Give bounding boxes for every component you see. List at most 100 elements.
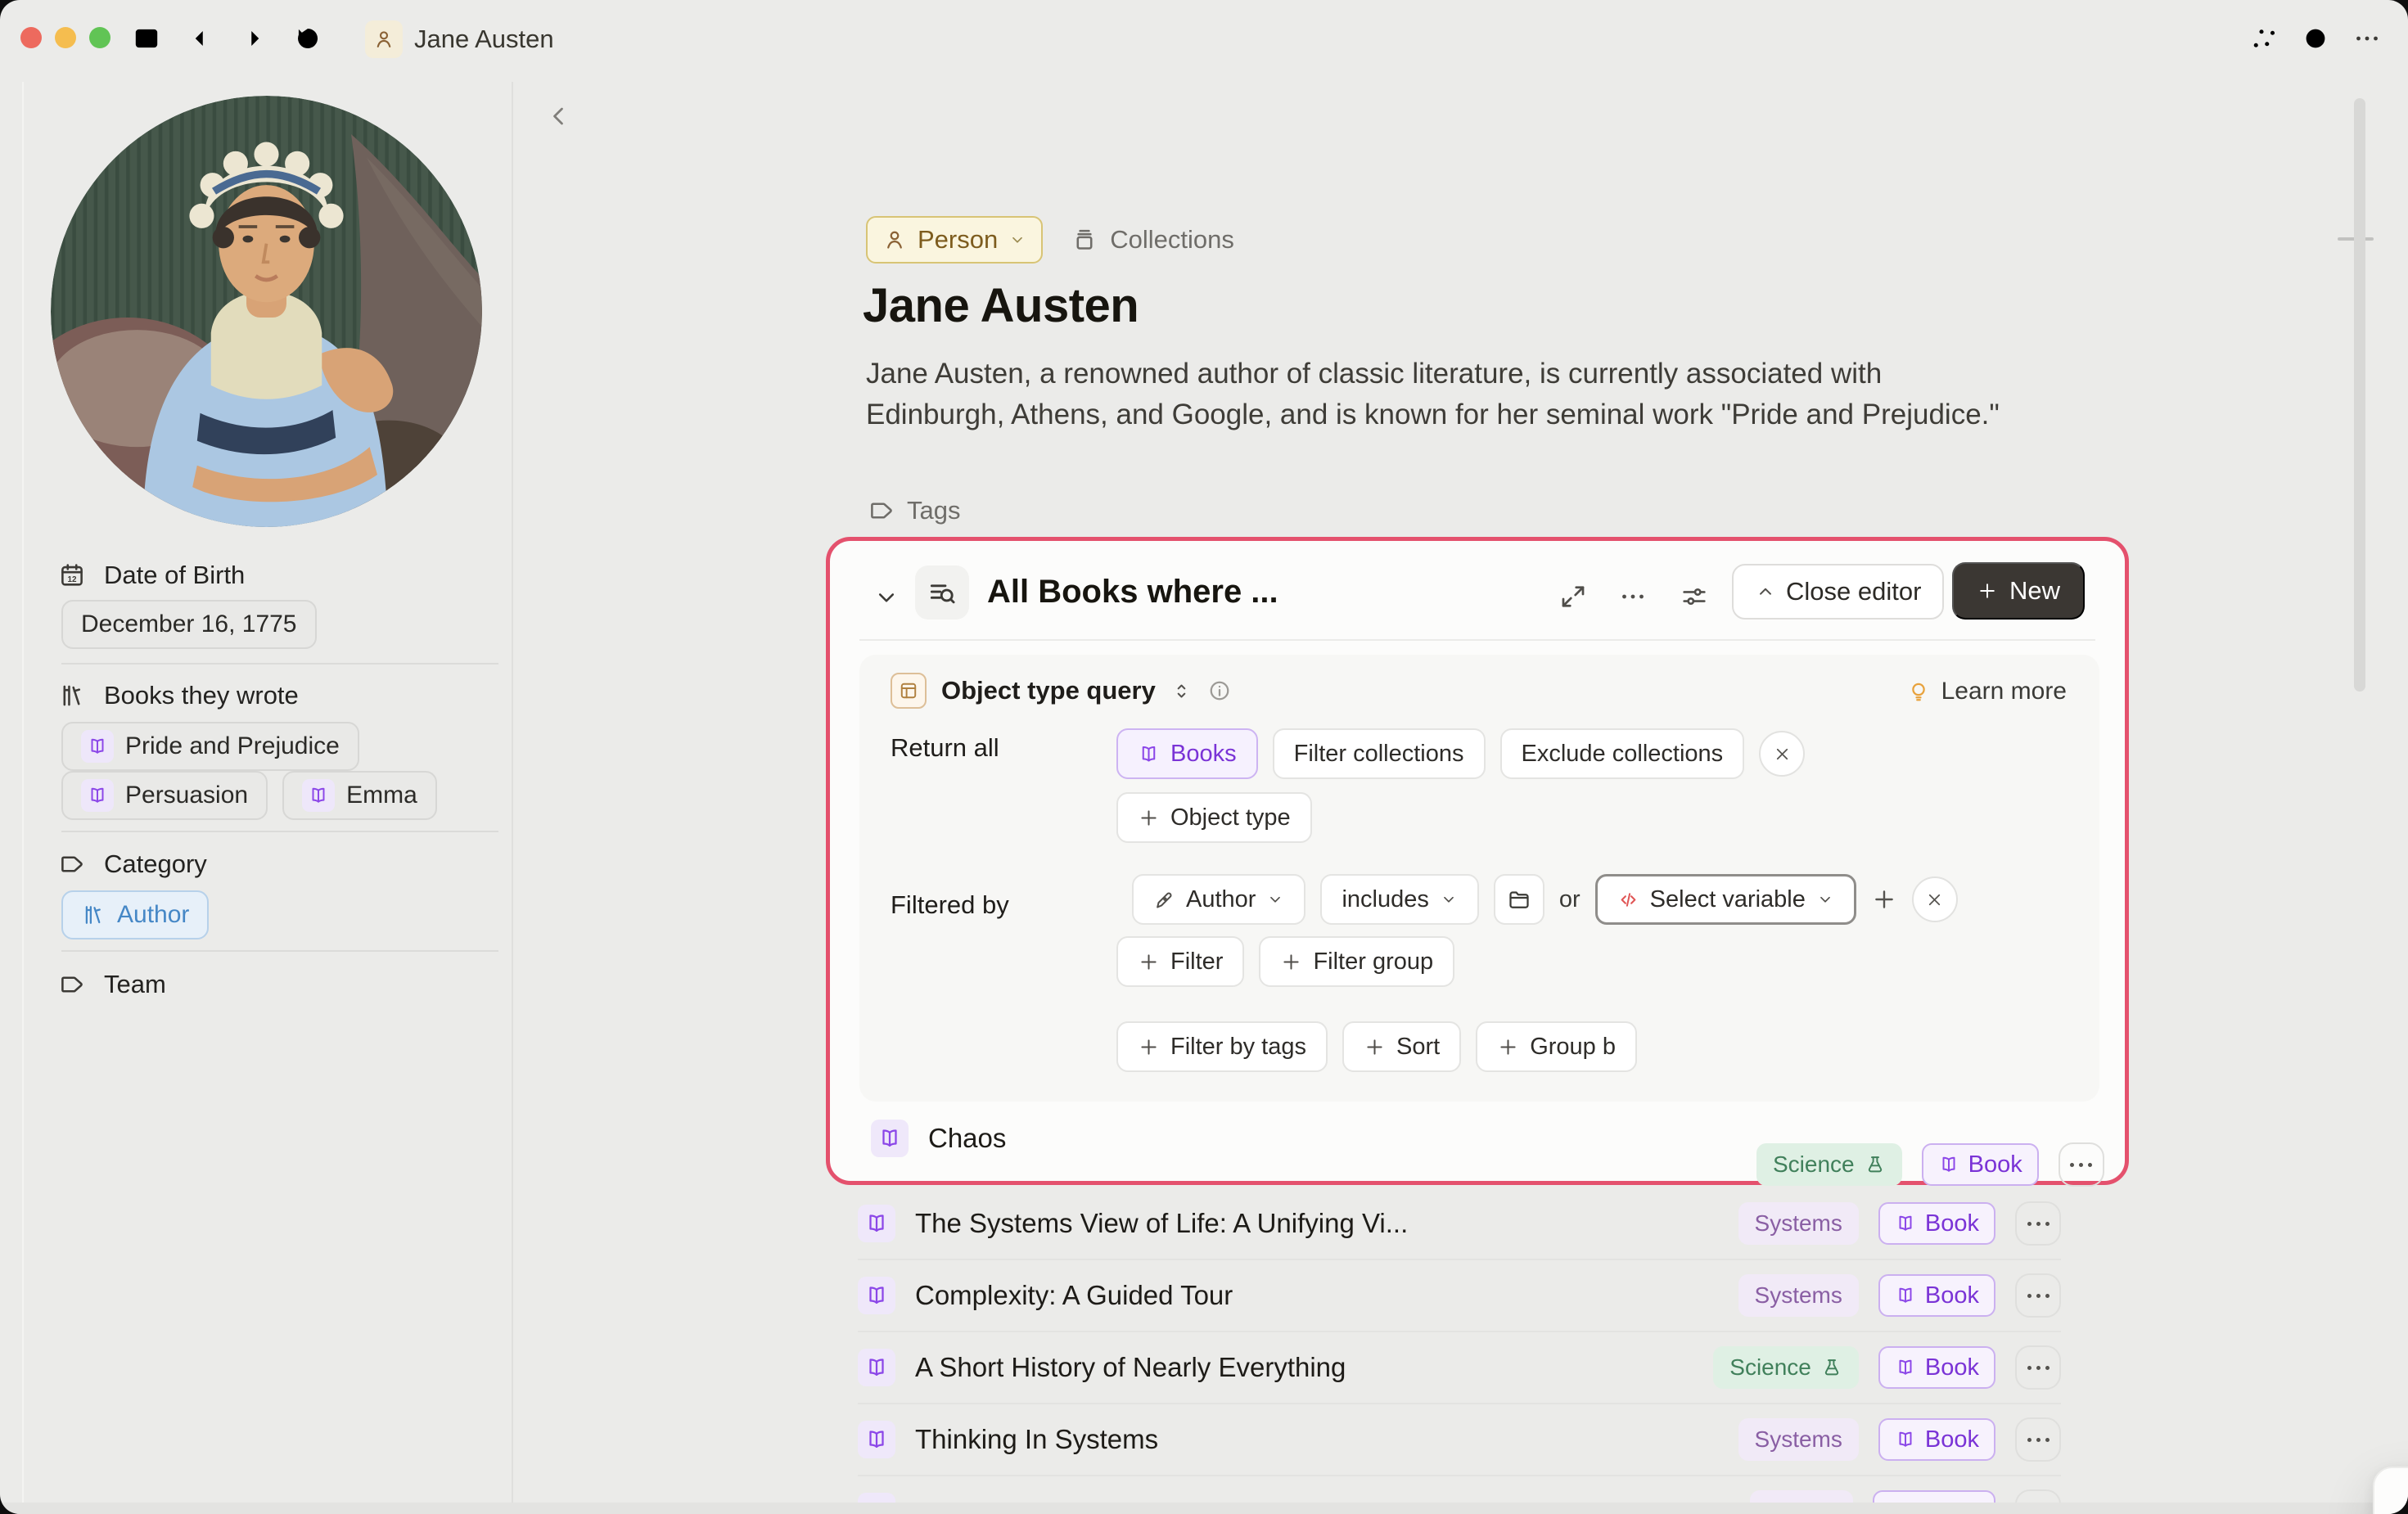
book-icon: [858, 1205, 895, 1242]
add-filter-button[interactable]: Filter: [1116, 936, 1244, 987]
plus-icon: [1977, 580, 1998, 602]
minimize-window-button[interactable]: [55, 27, 76, 48]
add-sort-button[interactable]: Sort: [1342, 1021, 1461, 1072]
collections-button[interactable]: Collections: [1071, 225, 1234, 255]
page-title: Jane Austen: [863, 278, 1139, 333]
tag-badge[interactable]: Systems: [1738, 1202, 1859, 1245]
remove-return-button[interactable]: [1759, 731, 1805, 777]
pick-object-button[interactable]: [1494, 874, 1544, 925]
view-settings-icon[interactable]: [1680, 582, 1709, 611]
row-menu-button[interactable]: [2015, 1489, 2061, 1503]
return-all-label: Return all: [891, 733, 999, 763]
add-filter-group-button[interactable]: Filter group: [1259, 936, 1454, 987]
query-type-label[interactable]: Object type query: [941, 676, 1156, 705]
lightbulb-icon: [2399, 1496, 2408, 1514]
date-chip[interactable]: December 16, 1775: [61, 600, 317, 649]
chevron-down-icon: [1816, 890, 1834, 908]
filter-collections-button[interactable]: Filter collections: [1273, 728, 1486, 779]
book-chip[interactable]: Pride and Prejudice: [61, 722, 359, 771]
chevron-down-icon: [1008, 231, 1026, 249]
tag-icon: [868, 497, 895, 525]
active-tab[interactable]: Jane Austen: [365, 19, 554, 60]
result-row-partial[interactable]: [858, 1476, 2061, 1503]
close-window-button[interactable]: [20, 27, 42, 48]
object-type-chip[interactable]: Book: [1878, 1274, 1995, 1317]
more-menu-icon[interactable]: [2352, 24, 2382, 53]
more-options-icon[interactable]: [1618, 582, 1648, 611]
row-menu-button[interactable]: [2015, 1345, 2061, 1390]
tag-badge[interactable]: Science: [1713, 1346, 1859, 1389]
selector-updown-icon[interactable]: [1170, 680, 1193, 702]
tag-badge[interactable]: [1750, 1490, 1853, 1503]
graph-view-icon[interactable]: [2249, 24, 2279, 53]
result-row[interactable]: A Short History of Nearly Everything Sci…: [858, 1332, 2061, 1404]
tag-badge[interactable]: Science: [1756, 1143, 1902, 1186]
folder-icon: [1507, 887, 1531, 912]
category-chip-author[interactable]: Author: [61, 890, 209, 939]
collections-icon: [1071, 226, 1098, 254]
page-description: Jane Austen, a renowned author of classi…: [866, 354, 2012, 435]
field-books-they-wrote: Books they wrote: [58, 681, 299, 710]
scrollbar-thumb[interactable]: [2354, 98, 2365, 692]
result-row[interactable]: The Systems View of Life: A Unifying Vi.…: [858, 1188, 2061, 1260]
forward-icon[interactable]: [235, 24, 264, 53]
object-type-chip[interactable]: Book: [1922, 1143, 2039, 1186]
object-type-chip[interactable]: Book: [1878, 1202, 1995, 1245]
object-type-chip[interactable]: [1873, 1490, 1995, 1503]
result-row[interactable]: Thinking In Systems Systems Book: [858, 1404, 2061, 1476]
tag-badge[interactable]: Systems: [1738, 1418, 1859, 1461]
result-row[interactable]: Complexity: A Guided Tour Systems Book: [858, 1260, 2061, 1332]
portrait-image: [51, 96, 482, 527]
plus-icon: [1138, 951, 1160, 973]
collapse-query-icon[interactable]: [873, 584, 900, 611]
object-type-chip[interactable]: Book: [1878, 1346, 1995, 1389]
divider: [61, 950, 498, 952]
chevron-up-icon: [1755, 581, 1776, 602]
add-value-icon[interactable]: [1871, 886, 1897, 912]
info-icon[interactable]: [1207, 678, 1232, 703]
learn-more-button[interactable]: Learn more: [1906, 678, 2067, 705]
type-chip-books[interactable]: Books: [1116, 728, 1258, 779]
add-group-by-button[interactable]: Group b: [1476, 1021, 1637, 1072]
book-icon: [1895, 1429, 1916, 1450]
sync-icon[interactable]: [2301, 24, 2330, 53]
tag-badge[interactable]: Systems: [1738, 1274, 1859, 1317]
row-menu-button[interactable]: [2059, 1142, 2104, 1187]
exclude-collections-button[interactable]: Exclude collections: [1500, 728, 1745, 779]
date-of-birth-value: December 16, 1775: [61, 600, 317, 649]
tags-button[interactable]: Tags: [868, 496, 960, 525]
maximize-window-button[interactable]: [89, 27, 110, 48]
toggle-sidebar-icon[interactable]: [132, 24, 161, 53]
person-icon: [365, 20, 403, 58]
tab-title: Jane Austen: [414, 25, 554, 54]
chevron-down-icon: [1440, 890, 1458, 908]
flask-icon: [1821, 1357, 1842, 1378]
result-row-chaos[interactable]: Chaos: [871, 1120, 1006, 1157]
filter-property-chip[interactable]: Author: [1132, 874, 1305, 925]
field-category: Category: [58, 849, 207, 879]
row-menu-button[interactable]: [2015, 1201, 2061, 1246]
books-icon: [58, 682, 86, 710]
select-variable-dropdown[interactable]: Select variable: [1595, 874, 1856, 925]
remove-filter-button[interactable]: [1912, 876, 1958, 922]
history-icon[interactable]: [293, 24, 322, 53]
close-editor-button[interactable]: Close editor: [1732, 564, 1944, 620]
back-icon[interactable]: [190, 24, 219, 53]
new-button[interactable]: New: [1952, 562, 2085, 620]
book-chip[interactable]: Emma: [282, 771, 437, 820]
object-type-pill[interactable]: Person: [866, 216, 1043, 264]
code-icon: [1617, 889, 1639, 911]
add-object-type-button[interactable]: Object type: [1116, 792, 1312, 843]
plus-icon: [1364, 1036, 1386, 1058]
query-title[interactable]: All Books where ...: [987, 574, 1278, 611]
filter-operator-chip[interactable]: includes: [1320, 874, 1478, 925]
collapse-chevron-icon[interactable]: [543, 101, 573, 131]
row-menu-button[interactable]: [2015, 1417, 2061, 1462]
book-icon: [858, 1277, 895, 1314]
book-chip[interactable]: Persuasion: [61, 771, 268, 820]
expand-icon[interactable]: [1558, 582, 1588, 611]
book-icon: [1895, 1357, 1916, 1378]
add-filter-by-tags-button[interactable]: Filter by tags: [1116, 1021, 1328, 1072]
row-menu-button[interactable]: [2015, 1273, 2061, 1318]
object-type-chip[interactable]: Book: [1878, 1418, 1995, 1461]
